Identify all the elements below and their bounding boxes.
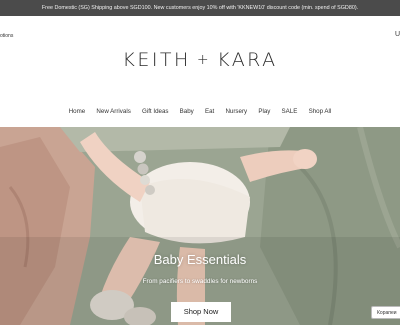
nav-item-play[interactable]: Play bbox=[253, 106, 276, 118]
nav-item-gift-ideas[interactable]: Gift Ideas bbox=[136, 106, 174, 118]
nav-item-home[interactable]: Home bbox=[63, 106, 91, 118]
announcement-bar: Free Domestic (SG) Shipping above SGD100… bbox=[0, 0, 400, 16]
header-account-link[interactable]: U bbox=[395, 31, 400, 38]
nav-item-shop-all[interactable]: Shop All bbox=[303, 106, 337, 118]
hero-subtitle: From pacifiers to swaddles for newborns bbox=[142, 278, 258, 285]
logo-word-left: KEITH bbox=[122, 49, 191, 71]
hero-banner bbox=[0, 127, 400, 325]
nav-item-eat[interactable]: Eat bbox=[199, 106, 219, 118]
logo-plus: + bbox=[196, 52, 212, 68]
nav-item-sale[interactable]: SALE bbox=[276, 106, 303, 118]
hero-photo bbox=[0, 127, 400, 325]
logo-word-right: KARA bbox=[217, 49, 278, 71]
language-badge[interactable]: Корапеи bbox=[371, 306, 400, 319]
main-nav: Home New Arrivals Gift Ideas Baby Eat Nu… bbox=[0, 106, 400, 118]
brand-logo[interactable]: KEITH + KARA bbox=[0, 49, 400, 71]
nav-item-baby[interactable]: Baby bbox=[174, 106, 199, 118]
header-promotions-link[interactable]: otions bbox=[0, 33, 13, 39]
nav-item-nursery[interactable]: Nursery bbox=[220, 106, 253, 118]
nav-item-new-arrivals[interactable]: New Arrivals bbox=[91, 106, 137, 118]
shop-now-button[interactable]: Shop Now bbox=[171, 302, 231, 322]
hero-title: Baby Essentials bbox=[153, 252, 247, 267]
